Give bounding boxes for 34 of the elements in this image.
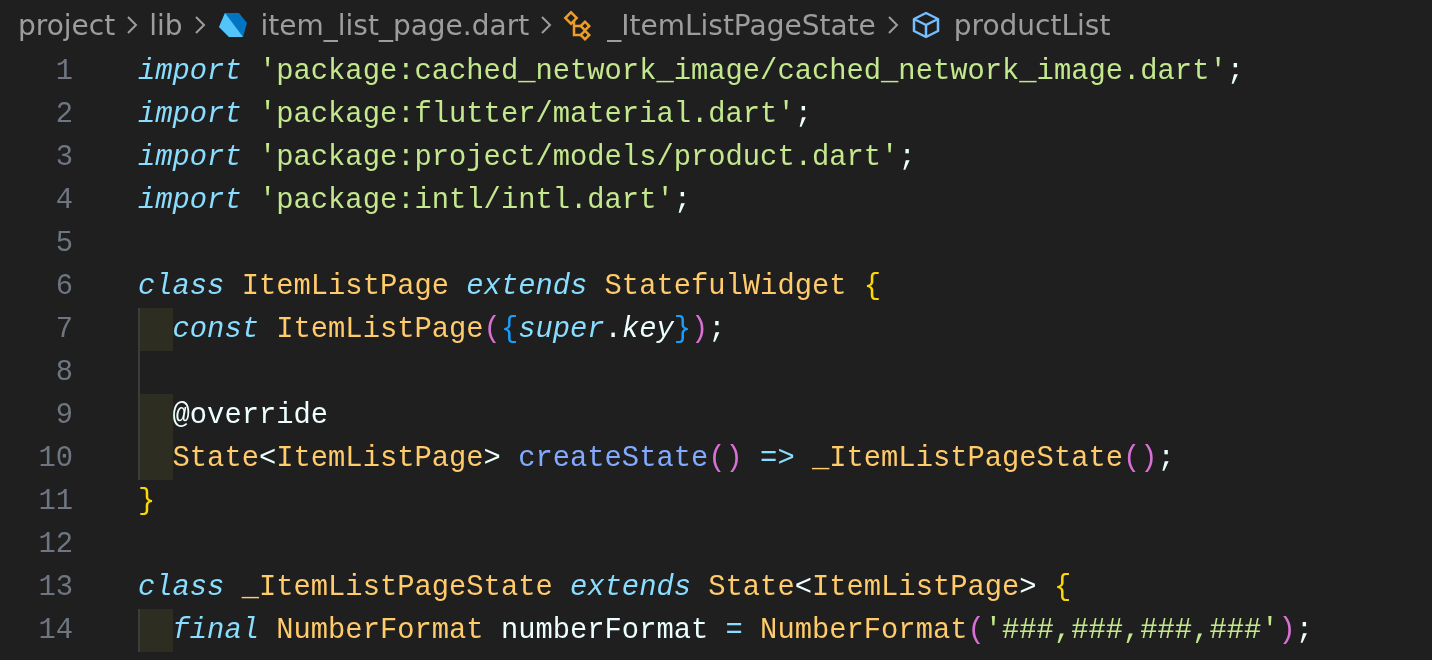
breadcrumb-item[interactable]: productList bbox=[953, 8, 1111, 42]
line-number: 6 bbox=[54, 270, 73, 303]
code-line: final NumberFormat numberFormat = NumberFormat('###,###,###,###'); bbox=[172, 614, 1314, 647]
chevron-icon bbox=[125, 14, 140, 36]
line-number: 12 bbox=[37, 528, 73, 561]
line-number: 5 bbox=[54, 227, 73, 260]
line-number: 7 bbox=[54, 313, 73, 346]
code-line: import 'package:project/models/product.dart'; bbox=[138, 141, 916, 174]
code-line: @override bbox=[172, 399, 329, 432]
line-number: 8 bbox=[54, 356, 73, 389]
line-number: 10 bbox=[37, 442, 73, 475]
code-line: State<ItemListPage> createState() => _ItemListPageState(); bbox=[172, 442, 1175, 475]
code-line: import 'package:intl/intl.dart'; bbox=[138, 184, 691, 217]
code-line: const ItemListPage({super.key}); bbox=[172, 313, 726, 346]
line-number: 3 bbox=[54, 141, 73, 174]
breadcrumb-item[interactable]: lib bbox=[149, 8, 183, 42]
line-number: 14 bbox=[37, 614, 73, 647]
code-line: import 'package:flutter/material.dart'; bbox=[138, 98, 812, 131]
breadcrumb-item[interactable]: project bbox=[18, 8, 116, 42]
code-line: class ItemListPage extends StatefulWidget { bbox=[138, 270, 882, 303]
code-line: } bbox=[138, 485, 156, 518]
line-number: 2 bbox=[54, 98, 73, 131]
line-number: 11 bbox=[37, 485, 73, 518]
code-line: import 'package:cached_network_image/cached_network_image.dart'; bbox=[138, 55, 1244, 88]
code-line: class _ItemListPageState extends State<ItemListPage> { bbox=[138, 571, 1072, 604]
line-number: 1 bbox=[54, 55, 73, 88]
chevron-icon bbox=[192, 14, 207, 36]
chevron-icon bbox=[885, 14, 900, 36]
chevron-icon bbox=[539, 14, 554, 36]
breadcrumb-item[interactable]: _ItemListPageState bbox=[607, 8, 876, 42]
breadcrumb-item[interactable]: item_list_page.dart bbox=[260, 8, 530, 42]
line-number: 4 bbox=[54, 184, 73, 217]
line-number: 9 bbox=[54, 399, 73, 432]
line-number: 13 bbox=[37, 571, 73, 604]
